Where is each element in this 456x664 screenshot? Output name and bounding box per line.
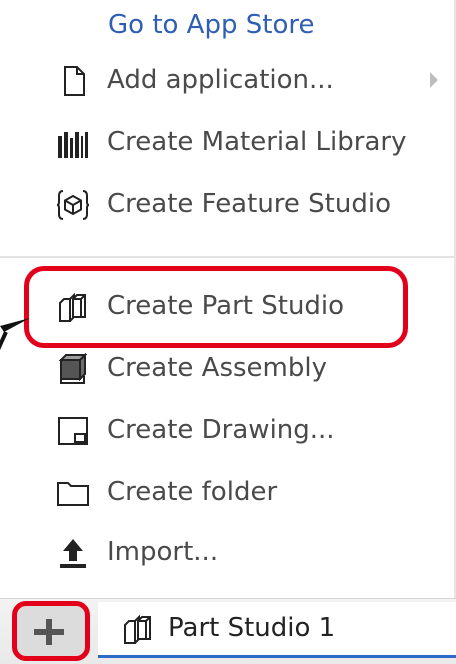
part-studio-icon — [124, 614, 151, 644]
import-icon — [60, 539, 86, 568]
menu-item-label: Create Assembly — [107, 353, 327, 383]
add-button[interactable] — [12, 601, 90, 661]
go-to-app-store-link[interactable]: Go to App Store — [108, 6, 314, 44]
menu-item-create-part-studio[interactable]: Create Part Studio — [40, 280, 440, 332]
menu-item-label: Create folder — [107, 477, 278, 507]
feature-studio-icon — [56, 190, 90, 220]
library-icon — [58, 132, 88, 158]
submenu-arrow-icon — [430, 72, 438, 88]
menu-item-create-assembly[interactable]: Create Assembly — [40, 342, 440, 394]
menu-item-label: Create Drawing... — [107, 415, 335, 445]
tab-part-studio-1[interactable]: Part Studio 1 — [98, 602, 456, 658]
menu-divider — [0, 256, 454, 258]
add-menu-dropdown: Go to App Store Add application... Creat… — [0, 0, 454, 598]
menu-item-create-material-library[interactable]: Create Material Library — [40, 116, 440, 168]
menu-item-create-folder[interactable]: Create folder — [40, 466, 440, 518]
menu-item-label: Add application... — [107, 65, 334, 95]
menu-item-create-drawing[interactable]: Create Drawing... — [40, 404, 440, 456]
plus-icon — [34, 619, 64, 645]
menu-item-label: Create Feature Studio — [107, 189, 391, 219]
menu-item-import[interactable]: Import... — [40, 526, 440, 578]
part-studio-icon — [59, 292, 86, 322]
menu-item-label: Import... — [107, 537, 219, 567]
drawing-icon — [58, 417, 88, 445]
menu-item-label: Create Material Library — [107, 127, 407, 157]
menu-item-add-application[interactable]: Add application... — [40, 54, 440, 106]
folder-icon — [57, 482, 89, 506]
assembly-icon — [58, 352, 88, 384]
tab-label: Part Studio 1 — [168, 613, 336, 643]
document-icon — [64, 66, 85, 96]
menu-item-create-feature-studio[interactable]: Create Feature Studio — [40, 178, 440, 230]
menu-item-label: Create Part Studio — [107, 291, 345, 321]
